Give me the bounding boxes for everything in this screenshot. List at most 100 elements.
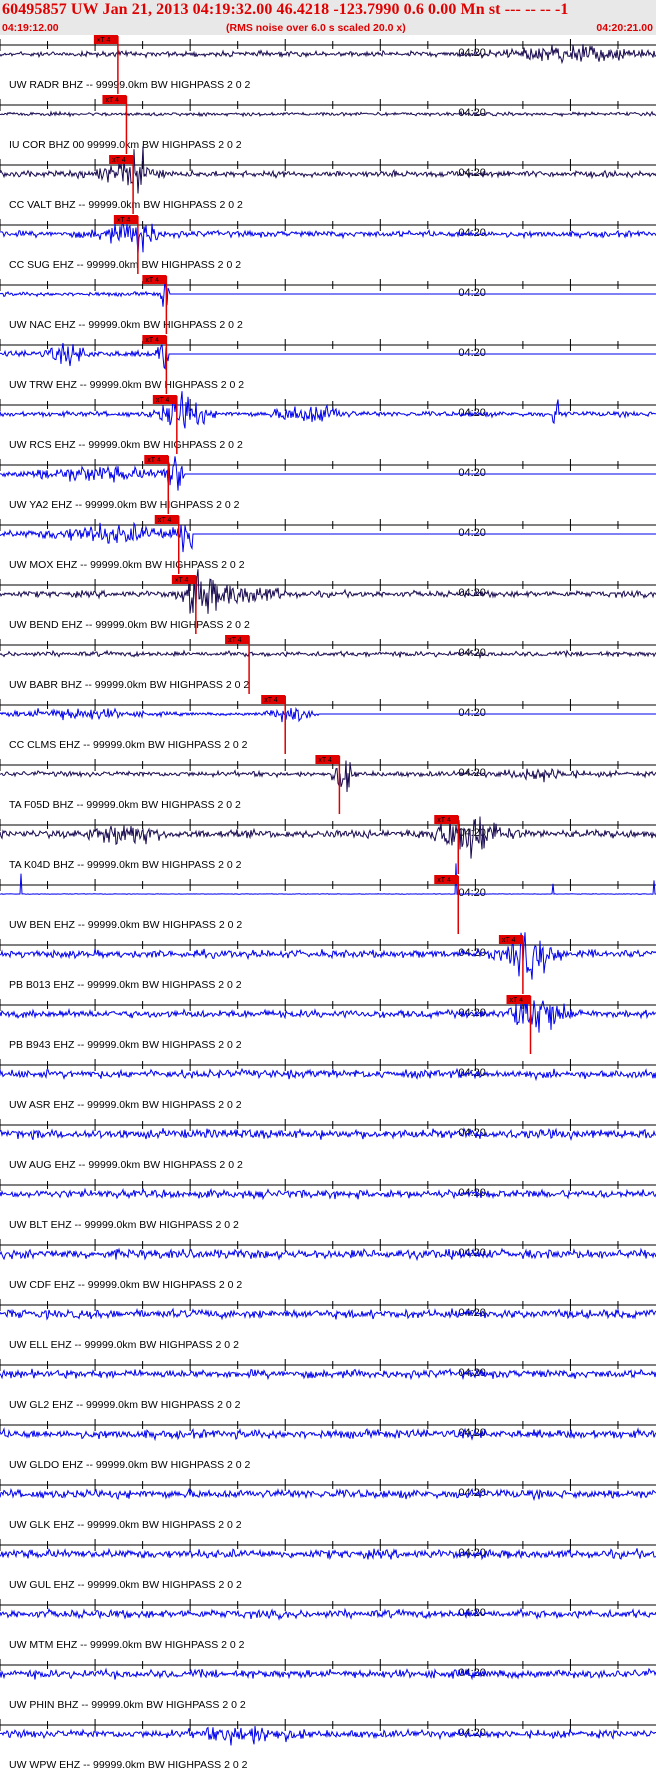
time-tick-label: 04:20 [458, 527, 486, 539]
trace-radr-bhz: 04:20UW RADR BHZ -- 99999.0km BW HIGHPAS… [0, 35, 656, 94]
trace-asr-ehz: 04:20UW ASR EHZ -- 99999.0km BW HIGHPASS… [0, 1059, 656, 1111]
station-label: UW ELL EHZ -- 99999.0km BW HIGHPASS 2 0 … [9, 1339, 239, 1351]
waveform [0, 521, 656, 553]
pick-label: xT 4 [112, 157, 126, 164]
waveform [0, 342, 656, 370]
time-tick-label: 04:20 [458, 827, 486, 839]
trace-clms-ehz: 04:20 CC CLMS EHZ -- 99999.0km BW HIGHPAS… [0, 695, 656, 754]
waveform [0, 569, 656, 614]
trace-b013-ehz: 04:20PB B013 EHZ -- 99999.0km BW HIGHPAS… [0, 932, 656, 994]
waveform [0, 1427, 656, 1442]
station-label: UW RCS EHZ -- 99999.0km BW HIGHPASS 2 0 … [9, 439, 243, 451]
trace-glk-ehz: 04:20UW GLK EHZ -- 99999.0km BW HIGHPASS… [0, 1479, 656, 1531]
pick-label: xT 4 [502, 937, 516, 944]
pick-label: xT 4 [437, 817, 451, 824]
station-label: UW BEND EHZ -- 99999.0km BW HIGHPASS 2 0… [9, 619, 250, 631]
time-tick-label: 04:20 [458, 707, 486, 719]
waveform [0, 932, 656, 980]
waveform [0, 146, 656, 194]
waveform [0, 110, 656, 118]
station-label: UW PHIN BHZ -- 99999.0km BW HIGHPASS 2 0… [9, 1699, 246, 1711]
trace-valt-bhz: 04:20CC VALT BHZ -- 99999.0km BW HIGHPAS… [0, 146, 656, 214]
trace-gl2-ehz: 04:20UW GL2 EHZ -- 99999.0km BW HIGHPASS… [0, 1359, 656, 1411]
trace-gldo-ehz: 04:20UW GLDO EHZ -- 99999.0km BW HIGHPAS… [0, 1419, 656, 1471]
station-label: UW ASR EHZ -- 99999.0km BW HIGHPASS 2 0 … [9, 1099, 242, 1111]
waveform [0, 1067, 656, 1082]
pick-label: xT 4 [97, 37, 111, 44]
trace-rcs-ehz: 04:20UW RCS EHZ -- 99999.0km BW HIGHPASS… [0, 391, 656, 454]
station-label: PB B013 EHZ -- 99999.0km BW HIGHPASS 2 0… [9, 979, 242, 991]
waveform [0, 1307, 656, 1321]
pick-label: xT 4 [437, 877, 451, 884]
seismogram-plot: 04:20 UW RADR BHZ -- 99999.0km BW HIGHPAS… [0, 35, 656, 1771]
station-label: UW MTM EHZ -- 99999.0km BW HIGHPASS 2 0 … [9, 1639, 245, 1651]
station-label: IU COR BHZ 00 99999.0km BW HIGHPASS 2 0 … [9, 139, 242, 151]
station-label: PB B943 EHZ -- 99999.0km BW HIGHPASS 2 0… [9, 1039, 242, 1051]
waveform [0, 816, 656, 859]
trace-cdf-ehz: 04:20UW CDF EHZ -- 99999.0km BW HIGHPASS… [0, 1239, 656, 1291]
time-tick-label: 04:20 [458, 467, 486, 479]
trace-nac-ehz: 04:20 UW NAC EHZ -- 99999.0km BW HIGHPASS… [0, 275, 656, 334]
trace-ell-ehz: 04:20UW ELL EHZ -- 99999.0km BW HIGHPASS… [0, 1299, 656, 1351]
trace-babr-bhz: 04:20UW BABR BHZ -- 99999.0km BW HIGHPAS… [0, 635, 656, 694]
trace-phin-bhz: 04:20UW PHIN BHZ -- 99999.0km BW HIGHPAS… [0, 1659, 656, 1711]
waveform [0, 1667, 656, 1681]
trace-sug-ehz: 04:20CC SUG EHZ -- 99999.0km BW HIGHPASS… [0, 215, 656, 274]
time-tick-label: 04:20 [458, 887, 486, 899]
trace-blt-ehz: 04:20UW BLT EHZ -- 99999.0km BW HIGHPASS… [0, 1179, 656, 1231]
pick-label: xT 4 [117, 217, 131, 224]
pick-label: xT 4 [264, 697, 278, 704]
pick-label: xT 4 [145, 337, 159, 344]
trace-mtm-ehz: 04:20UW MTM EHZ -- 99999.0km BW HIGHPASS… [0, 1599, 656, 1651]
waveform [0, 1487, 656, 1502]
waveform [0, 279, 656, 307]
waveform [0, 44, 656, 65]
waveform [0, 391, 656, 429]
trace-cor-bhz: 04:20 IU COR BHZ 00 99999.0km BW HIGHPASS… [0, 95, 656, 154]
station-label: UW GLDO EHZ -- 99999.0km BW HIGHPASS 2 0… [9, 1459, 251, 1471]
station-label: UW YA2 EHZ -- 99999.0km BW HIGHPASS 2 0 … [9, 499, 240, 511]
waveform [0, 706, 656, 723]
time-tick-label: 04:20 [458, 287, 486, 299]
pick-label: xT 4 [510, 997, 524, 1004]
pick-label: xT 4 [318, 757, 332, 764]
trace-k04d-bhz: 04:20 TA K04D BHZ -- 99999.0km BW HIGHPAS… [0, 815, 656, 874]
trace-f05d-bhz: 04:20TA F05D BHZ -- 99999.0km BW HIGHPAS… [0, 755, 656, 814]
waveform [0, 1187, 656, 1201]
pick-label: xT 4 [145, 277, 159, 284]
waveform [0, 1367, 656, 1381]
station-label: CC SUG EHZ -- 99999.0km BW HIGHPASS 2 0 … [9, 259, 241, 271]
waveform [0, 1547, 656, 1561]
station-label: UW BLT EHZ -- 99999.0km BW HIGHPASS 2 0 … [9, 1219, 239, 1231]
station-label: UW GL2 EHZ -- 99999.0km BW HIGHPASS 2 0 … [9, 1399, 241, 1411]
waveform [0, 1725, 656, 1746]
station-label: UW GLK EHZ -- 99999.0km BW HIGHPASS 2 0 … [9, 1519, 242, 1531]
station-label: CC CLMS EHZ -- 99999.0km BW HIGHPASS 2 0… [9, 739, 248, 751]
trace-mox-ehz: 04:20 UW MOX EHZ -- 99999.0km BW HIGHPASS… [0, 515, 656, 574]
time-tick-label: 04:20 [458, 107, 486, 119]
time-tick-label: 04:20 [458, 347, 486, 359]
waveform [0, 649, 656, 660]
station-label: TA F05D BHZ -- 99999.0km BW HIGHPASS 2 0… [9, 799, 241, 811]
station-label: CC VALT BHZ -- 99999.0km BW HIGHPASS 2 0… [9, 199, 243, 211]
trace-aug-ehz: 04:20UW AUG EHZ -- 99999.0km BW HIGHPASS… [0, 1119, 656, 1171]
station-label: UW NAC EHZ -- 99999.0km BW HIGHPASS 2 0 … [9, 319, 243, 331]
trace-wpw-ehz: 04:20UW WPW EHZ -- 99999.0km BW HIGHPASS… [0, 1719, 656, 1771]
waveform [0, 998, 656, 1033]
trace-gul-ehz: 04:20UW GUL EHZ -- 99999.0km BW HIGHPASS… [0, 1539, 656, 1591]
station-label: UW MOX EHZ -- 99999.0km BW HIGHPASS 2 0 … [9, 559, 245, 571]
trace-ben-ehz: 04:20 UW BEN EHZ -- 99999.0km BW HIGHPASS… [0, 863, 656, 934]
waveform [0, 220, 656, 254]
station-label: TA K04D BHZ -- 99999.0km BW HIGHPASS 2 0… [9, 859, 242, 871]
pick-label: xT 4 [175, 577, 189, 584]
station-label: UW RADR BHZ -- 99999.0km BW HIGHPASS 2 0… [9, 79, 251, 91]
trace-bend-ehz: 04:20UW BEND EHZ -- 99999.0km BW HIGHPAS… [0, 569, 656, 634]
trace-trw-ehz: 04:20 UW TRW EHZ -- 99999.0km BW HIGHPASS… [0, 335, 656, 394]
waveform [0, 1247, 656, 1262]
station-label: UW TRW EHZ -- 99999.0km BW HIGHPASS 2 0 … [9, 379, 244, 391]
pick-label: xT 4 [228, 637, 242, 644]
trace-b943-ehz: 04:20PB B943 EHZ -- 99999.0km BW HIGHPAS… [0, 995, 656, 1054]
pick-label: xT 4 [158, 517, 172, 524]
waveform [0, 1607, 656, 1621]
station-label: UW WPW EHZ -- 99999.0km BW HIGHPASS 2 0 … [9, 1759, 248, 1771]
